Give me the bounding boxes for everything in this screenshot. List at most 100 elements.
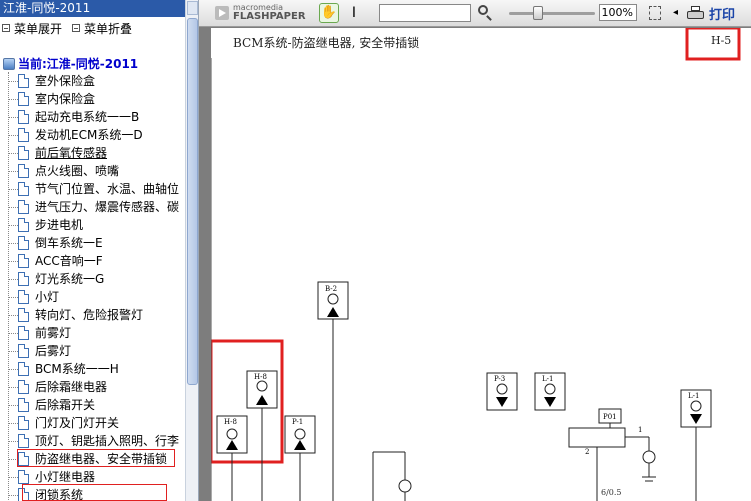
highlight-box-menu-selected <box>17 449 175 467</box>
tree-item[interactable]: 前雾灯 <box>0 324 185 342</box>
tree-item[interactable]: 顶灯、钥匙插入照明、行李 <box>0 432 185 450</box>
menu-title: 江淮-同悦-2011 <box>0 0 198 17</box>
connector-label: P-3 <box>494 375 505 383</box>
document-icon <box>18 272 29 286</box>
svg-text:1: 1 <box>638 426 642 434</box>
tree-item[interactable]: 门灯及门灯开关 <box>0 414 185 432</box>
connector-l1-right: L-1 <box>680 389 712 501</box>
tree-connector-line <box>9 369 18 370</box>
current-model[interactable]: 当前:江淮-同悦-2011 <box>3 55 138 72</box>
connector-label: B-2 <box>325 285 337 293</box>
document-icon <box>18 92 29 106</box>
document-icon <box>18 308 29 322</box>
expand-menu-button[interactable]: 菜单展开 <box>2 20 62 37</box>
tree-connector-line <box>9 261 18 262</box>
tree-item[interactable]: 室外保险盒 <box>0 72 185 90</box>
tree-connector-line <box>9 189 18 190</box>
tree-item-label: 门灯及门灯开关 <box>35 416 120 430</box>
scroll-up-arrow-icon[interactable] <box>187 1 198 15</box>
collapse-box-icon <box>2 24 10 32</box>
tree-item[interactable]: 起动充电系统一一B <box>0 108 185 126</box>
search-input[interactable] <box>379 4 471 22</box>
search-icon[interactable] <box>476 4 494 24</box>
tree-item[interactable]: BCM系统一一H <box>0 360 185 378</box>
tree-item-label: 前后氧传感器 <box>35 146 108 160</box>
tree-connector-line <box>9 441 18 442</box>
tree-item-label: 顶灯、钥匙插入照明、行李 <box>35 434 180 448</box>
scrollbar-thumb[interactable] <box>187 18 198 385</box>
document-icon <box>18 128 29 142</box>
tree-item[interactable]: 后除霜开关 <box>0 396 185 414</box>
tree-connector-line <box>9 117 18 118</box>
tree-connector-line <box>9 333 18 334</box>
tree-item-label: 转向灯、危险报警灯 <box>35 308 144 322</box>
tree-item[interactable]: 灯光系统一G <box>0 270 185 288</box>
tree-item[interactable]: 转向灯、危险报警灯 <box>0 306 185 324</box>
connector-label: P-1 <box>292 418 303 426</box>
tree-item[interactable]: 步进电机 <box>0 216 185 234</box>
connector-label: P01 <box>603 413 617 421</box>
tree-connector-line <box>9 279 18 280</box>
tree-item-label: 小灯 <box>35 290 60 304</box>
tree-item[interactable]: 后除霜继电器 <box>0 378 185 396</box>
document-icon <box>18 434 29 448</box>
tree-item[interactable]: ACC音响一F <box>0 252 185 270</box>
printer-icon <box>687 5 704 21</box>
document-icon <box>18 200 29 214</box>
fit-page-icon[interactable] <box>646 3 664 23</box>
collapse-menu-label: 菜单折叠 <box>84 21 133 36</box>
connector-label: L-1 <box>542 375 553 383</box>
connector-label: H-8 <box>224 418 237 426</box>
tree-item[interactable]: 进气压力、爆震传感器、碳 <box>0 198 185 216</box>
document-icon <box>18 182 29 196</box>
highlight-box-page-code <box>685 28 741 61</box>
tree-item-label: 步进电机 <box>35 218 84 232</box>
svg-text:2: 2 <box>585 448 589 456</box>
zoom-slider-knob[interactable] <box>533 6 543 20</box>
highlight-box-menu-next <box>22 484 167 501</box>
tree-connector-line <box>9 495 18 496</box>
tree-connector-line <box>9 297 18 298</box>
tree-item-label: 灯光系统一G <box>35 272 105 286</box>
vertical-scrollbar[interactable] <box>185 0 198 501</box>
collapse-menu-button[interactable]: 菜单折叠 <box>72 20 132 37</box>
tree-connector-line <box>9 153 18 154</box>
document-viewer: macromedia FLASHPAPER ✋ I 100% ◂ 打印 BCM系… <box>199 0 751 501</box>
tree-connector-line <box>9 351 18 352</box>
zoom-field[interactable]: 100% <box>599 4 637 21</box>
document-icon <box>18 290 29 304</box>
zoom-slider[interactable] <box>509 3 595 23</box>
document-icon <box>18 362 29 376</box>
document-icon <box>18 218 29 232</box>
document-icon <box>18 344 29 358</box>
previous-arrow-icon[interactable]: ◂ <box>673 3 681 23</box>
document-icon <box>18 398 29 412</box>
tree-item[interactable]: 室内保险盒 <box>0 90 185 108</box>
bcm-module <box>372 451 412 501</box>
document-icon <box>18 164 29 178</box>
text-select-icon[interactable]: I <box>348 3 360 23</box>
tree-item[interactable]: 发动机ECM系统一D <box>0 126 185 144</box>
tree-item-label: 后雾灯 <box>35 344 72 358</box>
document-icon <box>18 416 29 430</box>
document-icon <box>18 110 29 124</box>
tree-item[interactable]: 前后氧传感器 <box>0 144 185 162</box>
tree-item-label: 前雾灯 <box>35 326 72 340</box>
tree-item-label: 起动充电系统一一B <box>35 110 140 124</box>
wiring-diagram: B-2 H-8 H-8 P-1 P-3 L-1 L-1 P01 2 1 <box>211 28 741 501</box>
tree-item-label: 室外保险盒 <box>35 74 96 88</box>
computer-icon <box>3 57 15 70</box>
tree-item[interactable]: 小灯 <box>0 288 185 306</box>
tree-item[interactable]: 倒车系统一E <box>0 234 185 252</box>
tree-item[interactable]: 点火线圈、喷嘴 <box>0 162 185 180</box>
tree-connector-line <box>9 405 18 406</box>
print-button[interactable]: 打印 <box>687 3 747 23</box>
tree-item-label: 发动机ECM系统一D <box>35 128 143 142</box>
tree-connector-line <box>9 135 18 136</box>
tree-item[interactable]: 节气门位置、水温、曲轴位 <box>0 180 185 198</box>
tree-item[interactable]: 后雾灯 <box>0 342 185 360</box>
tree-connector-line <box>9 423 18 424</box>
menu-controls: 菜单展开 菜单折叠 <box>0 17 198 39</box>
tree-connector-line <box>9 99 18 100</box>
hand-tool-icon[interactable]: ✋ <box>319 3 339 23</box>
